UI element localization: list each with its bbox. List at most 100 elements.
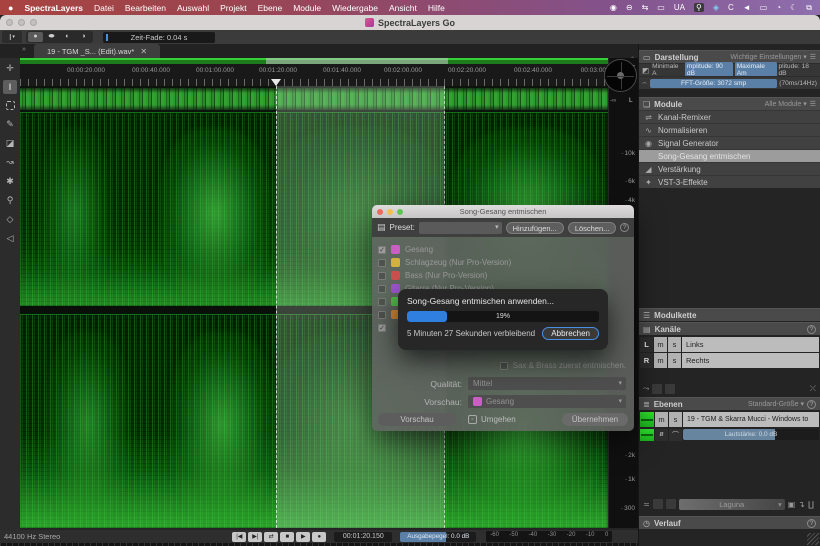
module-header[interactable]: ❏ Module Alle Module ▾☰ xyxy=(639,97,820,110)
preview-dropdown[interactable]: Gesang▾ xyxy=(468,395,626,408)
go-end-button[interactable]: ▶| xyxy=(248,532,262,542)
verlauf-header[interactable]: ◷ Verlauf ? xyxy=(639,516,820,529)
menu-item-module[interactable]: Module xyxy=(293,3,321,13)
shape-circle-button[interactable]: ● xyxy=(28,32,43,42)
layer-size-dropdown[interactable]: Standard-Größe ▾ xyxy=(748,400,804,408)
window-icon[interactable]: ▭ xyxy=(657,3,665,12)
shape-half-button[interactable]: ◐ xyxy=(60,32,75,42)
shape-icon[interactable]: ⊖ xyxy=(626,3,633,12)
solo-button[interactable]: s xyxy=(668,353,681,368)
amplitude-row[interactable]: ◩ Minimale Amplitude: 90 dB Maximale Amp… xyxy=(639,63,820,76)
stem-checkbox[interactable] xyxy=(378,272,386,280)
layer-mode-dropdown[interactable]: Laguna▾ xyxy=(679,499,785,510)
translate-icon[interactable]: ⇆ xyxy=(642,3,649,12)
solo-button[interactable]: s xyxy=(668,337,681,352)
stem-row-schlagzeug[interactable]: Schlagzeug (Nur Pro-Version) xyxy=(378,256,628,269)
output-level-slider[interactable]: Ausgabepegel: 0.0 dB xyxy=(400,532,476,542)
brush-tool[interactable]: ✎ xyxy=(3,117,17,131)
shape-ellipse-button[interactable]: ⬬ xyxy=(44,32,59,42)
menu-item-wiedergabe[interactable]: Wiedergabe xyxy=(332,3,378,13)
zoom-tool[interactable]: ⚲ xyxy=(3,193,17,207)
new-layer-icon[interactable]: ▣ xyxy=(788,500,796,509)
pan-knob[interactable] xyxy=(604,59,637,92)
clock-icon[interactable]: ◔ xyxy=(776,3,781,12)
module-filter-dropdown[interactable]: Alle Module ▾ xyxy=(765,100,807,108)
menu-item-auswahl[interactable]: Auswahl xyxy=(177,3,209,13)
display-icon[interactable]: ▭ xyxy=(760,3,768,12)
channel-row-right[interactable]: R m s Rechts xyxy=(639,353,820,368)
control-center-icon[interactable]: ⧉ xyxy=(806,3,812,13)
record-button[interactable]: ● xyxy=(312,532,326,542)
modulkette-header[interactable]: ☰ Modulkette xyxy=(639,308,820,321)
hamburger-icon[interactable]: ☰ xyxy=(810,100,816,108)
prism-icon[interactable]: ◈ xyxy=(713,3,719,12)
sax-brass-checkbox[interactable] xyxy=(500,362,508,370)
moon-icon[interactable]: ☾ xyxy=(790,3,797,12)
document-tab[interactable]: 19 - TGM _S... (Edit).wav* ✕ xyxy=(34,44,160,58)
module-item-signal-generator[interactable]: ◉Signal Generator xyxy=(639,136,820,149)
channel-route-icon[interactable]: ⤳ xyxy=(643,384,649,394)
go-start-button[interactable]: |◀ xyxy=(232,532,246,542)
volume-icon[interactable]: ◄ xyxy=(743,3,751,12)
tab-overflow-icon[interactable]: » xyxy=(22,46,26,53)
stem-row-gesang[interactable]: ✓ Gesang xyxy=(378,243,628,256)
stem-checkbox[interactable] xyxy=(378,298,386,306)
menu-item-projekt[interactable]: Projekt xyxy=(220,3,246,13)
eraser-tool[interactable]: ◪ xyxy=(3,136,17,150)
resize-grip[interactable] xyxy=(807,533,819,545)
stem-checkbox[interactable] xyxy=(378,259,386,267)
shape-contrast-button[interactable]: ◑ xyxy=(76,32,91,42)
time-display[interactable]: 00:01:20.150 xyxy=(334,532,392,542)
spotlight-icon[interactable]: ⚲ xyxy=(694,3,704,12)
module-item-verstaerkung[interactable]: ◢Verstärkung xyxy=(639,162,820,175)
automation-button[interactable]: ⌒ xyxy=(669,429,682,441)
mute-button[interactable]: m xyxy=(654,353,667,368)
playhead-marker[interactable] xyxy=(271,79,281,86)
layer-volume-row[interactable]: ø ⌒ Lautstärke: 0.0 dB xyxy=(639,428,820,441)
channel-row-left[interactable]: L m s Links xyxy=(639,337,820,352)
preset-add-button[interactable]: Hinzufügen... xyxy=(506,222,564,234)
time-select-tool[interactable]: I xyxy=(3,80,17,94)
time-fade-field[interactable]: Zeit-Fade: 0.04 s xyxy=(103,32,215,43)
stem-checkbox[interactable]: ✓ xyxy=(378,246,386,254)
dialog-title-bar[interactable]: Song-Gesang entmischen xyxy=(372,205,634,218)
rect-select-tool[interactable] xyxy=(6,101,15,110)
hamburger-icon[interactable]: ☰ xyxy=(810,53,816,61)
cube-tool[interactable]: ◇ xyxy=(3,212,17,226)
menu-item-ansicht[interactable]: Ansicht xyxy=(389,3,417,13)
module-item-vst3-effekte[interactable]: ✦VST-3-Effekte xyxy=(639,175,820,188)
trash-icon[interactable]: ∐ xyxy=(808,500,814,509)
layer-solo-button[interactable]: s xyxy=(669,412,682,427)
preset-delete-button[interactable]: Löschen... xyxy=(568,222,617,234)
quality-dropdown[interactable]: Mittel▾ xyxy=(468,377,626,390)
time-fade-slider-handle[interactable] xyxy=(106,34,108,41)
circle-g-icon[interactable]: ◉ xyxy=(610,3,617,12)
layer-volume-slider[interactable]: Lautstärke: 0.0 dB xyxy=(683,429,819,440)
stem-row-bass[interactable]: Bass (Nur Pro-Version) xyxy=(378,269,628,282)
module-item-normalisieren[interactable]: ∿Normalisieren xyxy=(639,123,820,136)
help-icon[interactable]: ? xyxy=(807,400,816,409)
kanaele-header[interactable]: ▤ Kanäle ? xyxy=(639,322,820,335)
preset-dropdown[interactable]: ▾ xyxy=(419,222,502,234)
tab-close-icon[interactable]: ✕ xyxy=(140,47,147,56)
hand-tool[interactable]: ✱ xyxy=(3,174,17,188)
mute-button[interactable]: m xyxy=(654,337,667,352)
layer-mute-button[interactable]: m xyxy=(655,412,668,427)
menu-item-hilfe[interactable]: Hilfe xyxy=(428,3,445,13)
phase-invert-button[interactable]: ø xyxy=(655,429,668,441)
loop-button[interactable]: ⇄ xyxy=(264,532,278,542)
help-icon[interactable]: ? xyxy=(807,519,816,528)
bypass-button[interactable]: ▫Umgehen xyxy=(468,415,516,424)
stem-checkbox[interactable] xyxy=(378,285,386,293)
layer-blend-icon[interactable]: ≍ xyxy=(643,500,650,509)
preview-button[interactable]: Vorschau xyxy=(378,413,456,426)
merge-layer-icon[interactable]: ↴ xyxy=(798,500,805,509)
apple-menu-icon[interactable]: ● xyxy=(8,3,13,13)
smooth-tool[interactable]: ↝ xyxy=(3,155,17,169)
menu-item-bearbeiten[interactable]: Bearbeiten xyxy=(125,3,166,13)
play-tool[interactable]: ◁ xyxy=(3,231,17,245)
apply-button[interactable]: Übernehmen xyxy=(562,413,628,426)
layer-row[interactable]: m s 19 - TGM & Skarra Mucci - Windows to xyxy=(639,412,820,427)
help-icon[interactable]: ? xyxy=(620,223,629,232)
fft-size-row[interactable]: ⌢ FFT-Größe: 3072 smp (70ms/14Hz) xyxy=(639,76,820,89)
